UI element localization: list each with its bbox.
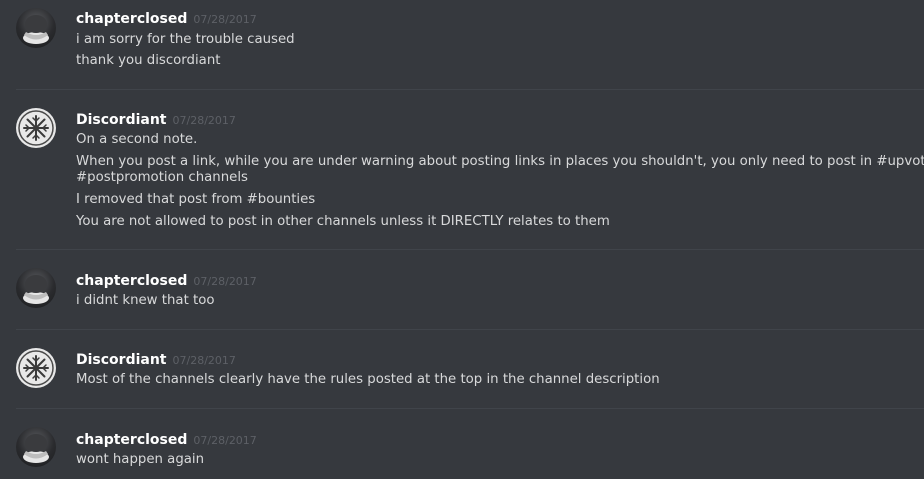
username[interactable]: chapterclosed xyxy=(76,11,187,27)
message-text: I removed that post from #bounties xyxy=(76,192,316,207)
avatar[interactable] xyxy=(16,8,56,48)
timestamp: 07/28/2017 xyxy=(193,434,257,447)
mask-avatar-icon xyxy=(23,434,49,463)
username[interactable]: chapterclosed xyxy=(76,273,187,289)
avatar[interactable] xyxy=(16,427,56,467)
mask-avatar-icon xyxy=(23,15,49,44)
message-feed: chapterclosed 07/28/2017 i am sorry for t… xyxy=(0,0,924,479)
snowflake-icon xyxy=(18,350,54,386)
avatar[interactable] xyxy=(16,108,56,148)
message-text: On a second note. xyxy=(76,132,198,147)
message-header: chapterclosed 07/28/2017 xyxy=(76,8,257,27)
message-divider xyxy=(16,249,924,250)
timestamp: 07/28/2017 xyxy=(193,275,257,288)
message-divider xyxy=(16,408,924,409)
username[interactable]: Discordiant xyxy=(76,352,167,368)
timestamp: 07/28/2017 xyxy=(172,354,236,367)
message-text: Most of the channels clearly have the ru… xyxy=(76,372,660,387)
avatar[interactable] xyxy=(16,268,56,308)
username[interactable]: chapterclosed xyxy=(76,432,187,448)
mask-avatar-icon xyxy=(23,275,49,304)
message-text: thank you discordiant xyxy=(76,53,221,68)
avatar[interactable] xyxy=(16,348,56,388)
username[interactable]: Discordiant xyxy=(76,112,167,128)
message-header: Discordiant 07/28/2017 xyxy=(76,109,236,128)
timestamp: 07/28/2017 xyxy=(172,114,236,127)
message-text: i am sorry for the trouble caused xyxy=(76,32,295,47)
message-text: You are not allowed to post in other cha… xyxy=(76,214,610,229)
message-header: chapterclosed 07/28/2017 xyxy=(76,270,257,289)
snowflake-icon xyxy=(18,110,54,146)
message-divider xyxy=(16,89,924,90)
message-text: wont happen again xyxy=(76,452,205,467)
message-text: When you post a link, while you are unde… xyxy=(76,154,924,169)
message-header: Discordiant 07/28/2017 xyxy=(76,349,236,368)
message-text: i didnt knew that too xyxy=(76,293,215,308)
message-text: #postpromotion channels xyxy=(76,170,248,185)
message-divider xyxy=(16,329,924,330)
timestamp: 07/28/2017 xyxy=(193,13,257,26)
message-header: chapterclosed 07/28/2017 xyxy=(76,429,257,448)
